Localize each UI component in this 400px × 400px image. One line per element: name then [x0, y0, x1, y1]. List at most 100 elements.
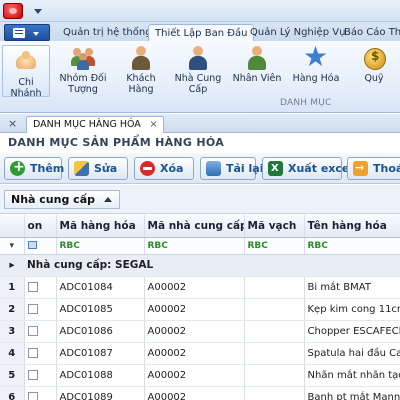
table-row[interactable]: 2 ADC01085 A00002 Kẹp kim cong 11cm C — [0, 298, 400, 321]
delete-button-label: Xóa — [160, 162, 184, 175]
branch-hand-icon — [13, 49, 39, 75]
supplier-icon — [185, 45, 211, 71]
ribbon-button-customer[interactable]: Khách Hàng — [118, 45, 164, 95]
row-indicator-header — [0, 215, 25, 238]
group-row[interactable]: ▸ Nhà cung cấp: SEGAL — [0, 254, 400, 277]
ribbon-button-staff[interactable]: Nhân Viên — [232, 45, 282, 84]
ribbon-button-label: Chi Nhánh — [10, 77, 42, 99]
ribbon-button-label: Quỹ — [364, 73, 384, 84]
app-menu-button[interactable] — [4, 24, 50, 41]
row-checkbox[interactable] — [24, 320, 57, 343]
filter-funnel-icon: ▾ — [9, 241, 15, 251]
application-orb-icon[interactable] — [3, 3, 23, 19]
column-header-barcode[interactable]: Mã vạch — [244, 215, 305, 238]
group-by-panel: Nhà cung cấp — [0, 185, 400, 214]
filter-cell[interactable]: RBC — [244, 237, 305, 255]
ribbon-tab-bar: Quản trị hệ thống Thiết Lập Ban Đầu Quản… — [0, 22, 400, 43]
ribbon-button-branch[interactable]: Chi Nhánh — [2, 45, 50, 99]
column-header-check[interactable]: on — [24, 215, 57, 238]
tab-reports[interactable]: Báo Cáo Thốn — [338, 24, 400, 42]
ribbon-button-label: Hàng Hóa — [292, 73, 340, 84]
grid-header-row: on Mã hàng hóa Mã nhà cung cấp Mã vạch T… — [0, 215, 400, 238]
exit-button-label: Thoát — [373, 162, 400, 175]
exit-icon — [353, 157, 368, 178]
group-expand-icon[interactable]: ▸ — [0, 254, 24, 277]
table-row[interactable]: 3 ADC01086 A00002 Chopper ESCAFECH — [0, 320, 400, 343]
exit-button[interactable]: Thoát — [347, 157, 400, 180]
export-excel-button[interactable]: Xuất excel — [262, 157, 353, 180]
cell-supplier-code: A00002 — [144, 386, 245, 400]
table-row[interactable]: 1 ADC01084 A00002 Bi mắt BMAT — [0, 276, 400, 299]
add-button-label: Thêm — [30, 162, 65, 175]
add-icon — [10, 157, 25, 178]
cell-product-code: ADC01089 — [56, 386, 145, 400]
quick-access-bar — [0, 0, 400, 22]
cell-supplier-code: A00002 — [144, 364, 245, 387]
form-title: DANH MỤC SẢN PHẨM HÀNG HÓA — [8, 136, 225, 149]
product-grid: on Mã hàng hóa Mã nhà cung cấp Mã vạch T… — [0, 215, 400, 400]
auto-filter-row: ▾ RBC RBC RBC RBC — [0, 237, 400, 255]
edit-icon — [74, 161, 89, 176]
filter-cell[interactable]: RBC — [56, 237, 145, 255]
edit-button-label: Sửa — [94, 162, 118, 175]
cell-product-name: Kẹp kim cong 11cm C — [304, 298, 400, 321]
row-number: 1 — [0, 276, 25, 299]
table-row[interactable]: 5 ADC01088 A00002 Nhãn mắt nhãn tạo M — [0, 364, 400, 387]
staff-icon — [244, 45, 270, 71]
excel-icon — [268, 158, 283, 179]
ribbon-button-supplier[interactable]: Nhà Cung Cấp — [170, 45, 226, 95]
ribbon-button-fund[interactable]: Quỹ — [356, 45, 392, 84]
reload-button-label: Tải lại — [226, 162, 264, 175]
add-button[interactable]: Thêm — [4, 157, 65, 180]
filter-cell[interactable] — [24, 237, 57, 255]
cell-product-name: Spatula hai đầu Cast — [304, 342, 400, 365]
document-tab-label: DANH MỤC HÀNG HÓA — [33, 119, 141, 130]
delete-button[interactable]: Xóa — [134, 157, 194, 180]
export-excel-label: Xuất excel — [288, 162, 354, 175]
reload-button[interactable]: Tải lại — [200, 157, 264, 180]
tab-business-management[interactable]: Quản Lý Nghiệp Vụ — [244, 24, 351, 42]
row-checkbox[interactable] — [24, 276, 57, 299]
cell-supplier-code: A00002 — [144, 320, 245, 343]
cell-product-code: ADC01084 — [56, 276, 145, 299]
star-icon — [303, 42, 329, 72]
cell-supplier-code: A00002 — [144, 276, 245, 299]
filter-cell[interactable]: RBC — [304, 237, 400, 255]
ribbon-button-goods[interactable]: Hàng Hóa — [290, 42, 342, 84]
ribbon-button-label: Khách Hàng — [126, 73, 156, 95]
quick-access-dropdown-icon[interactable] — [30, 5, 46, 17]
row-number: 5 — [0, 364, 25, 387]
chevron-down-icon — [33, 32, 39, 36]
group-chip-label: Nhà cung cấp — [11, 193, 95, 206]
close-all-icon[interactable]: × — [8, 117, 17, 130]
row-checkbox[interactable] — [24, 342, 57, 365]
row-number: 6 — [0, 386, 25, 400]
column-header-product-name[interactable]: Tên hàng hóa — [304, 215, 400, 238]
table-row[interactable]: 4 ADC01087 A00002 Spatula hai đầu Cast — [0, 342, 400, 365]
table-row[interactable]: 6 ADC01089 A00002 Banh pt mắt Mann-H — [0, 386, 400, 400]
cell-product-code: ADC01086 — [56, 320, 145, 343]
cell-product-name: Banh pt mắt Mann-H — [304, 386, 400, 400]
filter-box-icon — [27, 241, 37, 249]
cell-product-name: Bi mắt BMAT — [304, 276, 400, 299]
filter-cell[interactable]: RBC — [144, 237, 245, 255]
window-icon — [13, 28, 25, 38]
close-icon[interactable]: × — [149, 117, 157, 132]
cell-barcode — [244, 320, 305, 343]
sort-ascending-icon[interactable] — [104, 197, 112, 202]
tab-system-admin[interactable]: Quản trị hệ thống — [57, 24, 158, 42]
document-tab[interactable]: DANH MỤC HÀNG HÓA × — [26, 116, 164, 133]
cell-product-name: Chopper ESCAFECH — [304, 320, 400, 343]
ribbon-button-object-group[interactable]: Nhóm Đối Tượng — [56, 45, 110, 95]
ribbon-button-label: Nhà Cung Cấp — [174, 73, 222, 95]
row-number: 3 — [0, 320, 25, 343]
column-header-product-code[interactable]: Mã hàng hóa — [56, 215, 145, 238]
edit-button[interactable]: Sửa — [68, 157, 128, 180]
row-checkbox[interactable] — [24, 298, 57, 321]
group-by-supplier-chip[interactable]: Nhà cung cấp — [4, 190, 120, 209]
row-checkbox[interactable] — [24, 364, 57, 387]
ribbon-group-label: DANH MỤC — [280, 98, 332, 108]
document-tab-bar: × DANH MỤC HÀNG HÓA × — [0, 114, 400, 133]
column-header-supplier-code[interactable]: Mã nhà cung cấp — [144, 215, 245, 238]
row-checkbox[interactable] — [24, 386, 57, 400]
